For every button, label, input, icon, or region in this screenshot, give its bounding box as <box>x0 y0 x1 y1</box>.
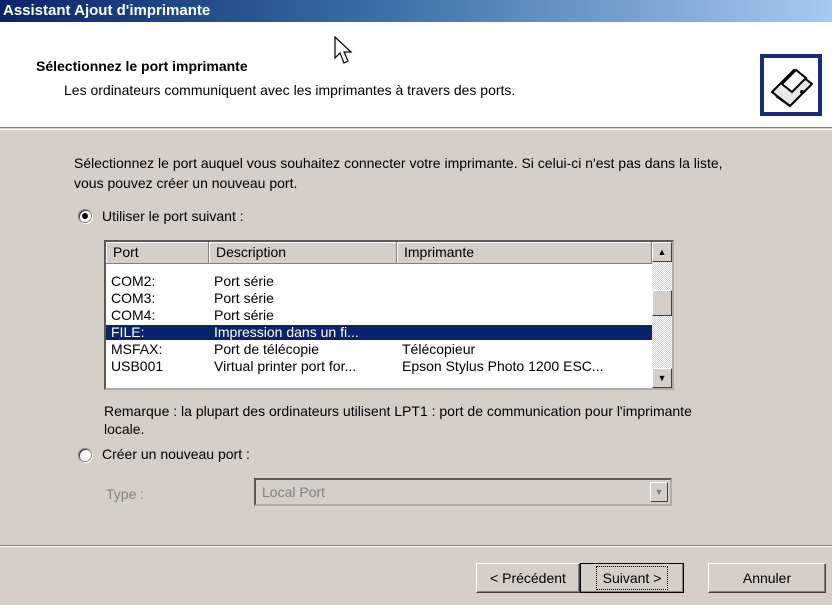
scroll-up-button[interactable]: ▲ <box>652 242 672 262</box>
back-button[interactable]: < Précédent <box>476 563 580 593</box>
mouse-cursor-icon <box>334 36 353 64</box>
printer-icon <box>760 54 822 116</box>
ports-list-header: Port Description Imprimante <box>106 242 652 264</box>
column-header-description[interactable]: Description <box>209 242 397 264</box>
port-cell: COM2: <box>111 274 156 289</box>
port-cell: USB001 <box>111 359 164 374</box>
next-button[interactable]: Suivant > <box>580 563 684 593</box>
description-cell: Port série <box>214 308 274 323</box>
printer-cell: Epson Stylus Photo 1200 ESC... <box>402 359 604 374</box>
printer-cell: Télécopieur <box>402 342 476 357</box>
port-cell: FILE: <box>111 325 145 340</box>
intro-text: Sélectionnez le port auquel vous souhait… <box>74 155 723 191</box>
back-button-label: < Précédent <box>490 570 566 586</box>
column-header-printer[interactable]: Imprimante <box>397 242 652 264</box>
create-new-port-radio[interactable] <box>78 448 92 462</box>
description-cell: Impression dans un fi... <box>214 325 359 340</box>
table-row[interactable]: COM4: Port série <box>106 308 652 323</box>
scroll-thumb[interactable] <box>652 290 672 316</box>
wizard-header: Sélectionnez le port imprimante Les ordi… <box>0 22 832 128</box>
arrow-down-icon: ▼ <box>657 373 667 383</box>
table-row[interactable]: COM2: Port série <box>106 274 652 289</box>
table-row-selected[interactable]: FILE: Impression dans un fi... <box>106 325 652 340</box>
table-row[interactable]: MSFAX: Port de télécopie Télécopieur <box>106 342 652 357</box>
cancel-button[interactable]: Annuler <box>708 563 826 593</box>
use-existing-port-radio[interactable] <box>78 209 92 223</box>
create-new-port-label[interactable]: Créer un nouveau port : <box>102 446 250 462</box>
description-cell: Port de télécopie <box>214 342 320 357</box>
description-cell: Virtual printer port for... <box>214 359 357 374</box>
ports-list-scrollbar[interactable]: ▲ ▼ <box>652 242 672 388</box>
port-type-select[interactable]: Local Port ▼ <box>254 478 672 506</box>
table-row[interactable]: COM3: Port série <box>106 291 652 306</box>
cancel-button-label: Annuler <box>742 570 792 586</box>
note-text: Remarque : la plupart des ordinateurs ut… <box>104 403 692 437</box>
port-type-value: Local Port <box>262 484 326 500</box>
arrow-up-icon: ▲ <box>657 247 667 257</box>
table-row[interactable]: USB001 Virtual printer port for... Epson… <box>106 359 652 374</box>
port-cell: COM3: <box>111 291 156 306</box>
footer-separator-highlight <box>0 546 832 547</box>
use-existing-port-label[interactable]: Utiliser le port suivant : <box>102 208 244 224</box>
column-header-port[interactable]: Port <box>106 242 209 264</box>
ports-list[interactable]: Port Description Imprimante COM2: Port s… <box>104 240 674 390</box>
window-title: Assistant Ajout d'imprimante <box>0 0 832 22</box>
description-cell: Port série <box>214 291 274 306</box>
port-cell: COM4: <box>111 308 156 323</box>
next-button-label: Suivant > <box>595 566 669 590</box>
chevron-down-icon: ▼ <box>654 487 664 497</box>
radio-selected-dot <box>82 213 88 219</box>
port-type-label: Type : <box>106 486 145 502</box>
port-cell: MSFAX: <box>111 342 163 357</box>
header-separator <box>0 129 832 130</box>
scroll-down-button[interactable]: ▼ <box>652 368 672 388</box>
dropdown-button[interactable]: ▼ <box>650 482 668 502</box>
page-subtitle: Les ordinateurs communiquent avec les im… <box>64 82 516 98</box>
page-title: Sélectionnez le port imprimante <box>36 58 248 74</box>
description-cell: Port série <box>214 274 274 289</box>
